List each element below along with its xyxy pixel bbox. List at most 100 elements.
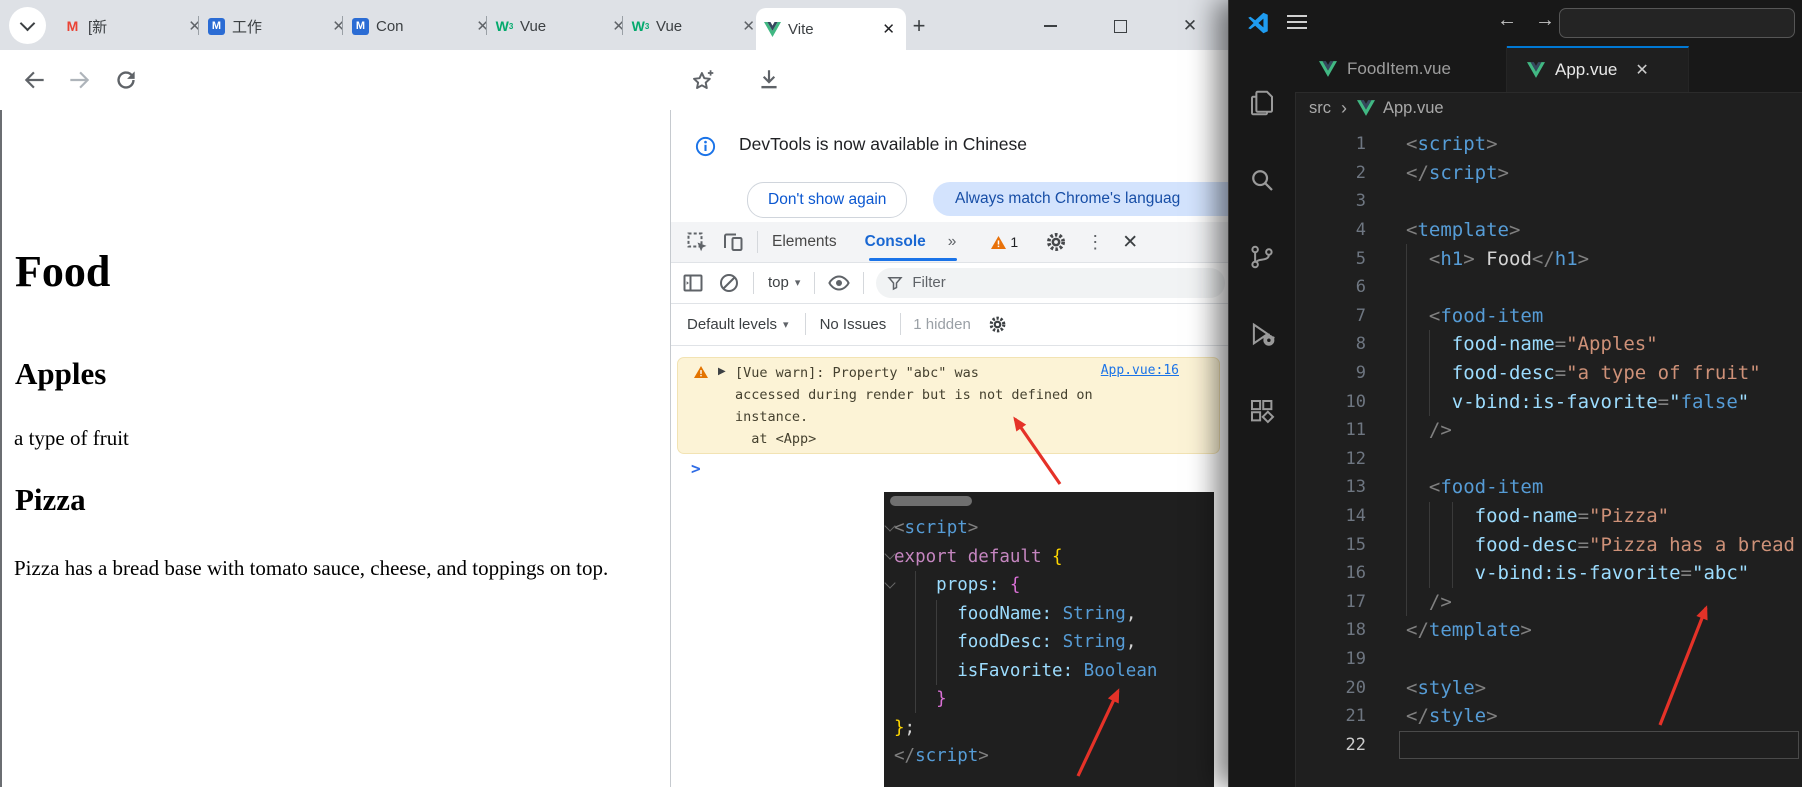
code-line[interactable]: 10 v-bind:is-favorite="false" — [1295, 387, 1802, 416]
scrollbar-thumb — [890, 496, 972, 506]
download-icon[interactable] — [756, 67, 782, 93]
console-sidebar-icon[interactable] — [681, 271, 705, 295]
browser-tab-vue1[interactable]: W3 Vue ✕ — [488, 9, 636, 43]
nav-back-icon[interactable]: ← — [1497, 9, 1517, 32]
run-debug-icon[interactable] — [1247, 319, 1277, 349]
source-control-icon[interactable] — [1247, 242, 1277, 272]
console-prompt[interactable]: > — [691, 459, 701, 478]
explorer-icon[interactable] — [1247, 88, 1277, 118]
code-line[interactable]: 15 food-desc="Pizza has a bread — [1295, 530, 1802, 559]
line-number: 3 — [1295, 191, 1366, 211]
code-line: isFavorite: Boolean — [894, 657, 1157, 686]
activity-bar — [1229, 46, 1296, 787]
hidden-messages-label[interactable]: 1 hidden — [913, 316, 971, 333]
code-line[interactable]: 5 <h1> Food</h1> — [1295, 244, 1802, 273]
inspect-element-icon[interactable] — [685, 230, 709, 254]
code-text: v-bind:is-favorite="abc" — [1406, 562, 1749, 584]
menu-hamburger-icon[interactable] — [1287, 15, 1307, 29]
back-icon[interactable] — [22, 67, 48, 93]
code-line[interactable]: 2</script> — [1295, 159, 1802, 188]
code-line[interactable]: 7 <food-item — [1295, 302, 1802, 331]
default-levels-dropdown[interactable]: Default levels — [687, 316, 777, 333]
code-line[interactable]: 21</style> — [1295, 702, 1802, 731]
browser-tab-gmail[interactable]: M [新 ✕ — [56, 9, 212, 43]
code-line[interactable]: 19 — [1295, 645, 1802, 674]
tab-title: Vue — [656, 18, 732, 35]
reload-icon[interactable] — [113, 67, 139, 93]
nav-forward-icon[interactable]: → — [1535, 9, 1555, 32]
search-icon[interactable] — [1247, 165, 1277, 195]
console-filter-input[interactable]: Filter — [876, 268, 1225, 298]
code-line[interactable]: 4<template> — [1295, 216, 1802, 245]
forward-icon[interactable] — [66, 67, 92, 93]
code-line[interactable]: 22 — [1295, 730, 1802, 759]
source-link[interactable]: App.vue:16 — [1101, 363, 1179, 378]
expand-triangle-icon[interactable]: ▶ — [718, 366, 726, 377]
code-line[interactable]: 14 food-name="Pizza" — [1295, 502, 1802, 531]
code-line[interactable]: 18</template> — [1295, 616, 1802, 645]
console-warning-entry[interactable]: ▶ [Vue warn]: Property "abc" was accesse… — [677, 357, 1220, 454]
no-issues-label[interactable]: No Issues — [820, 316, 887, 333]
maximize-button[interactable] — [1098, 14, 1142, 38]
browser-toolbar: localhost:5174 GA 有新版 Chrome 可安裝 ⋮ — [0, 50, 1228, 110]
breadcrumb-folder[interactable]: src — [1309, 99, 1331, 118]
code-line[interactable]: 6 — [1295, 273, 1802, 302]
code-line: }; — [894, 714, 1157, 743]
line-number: 2 — [1295, 163, 1366, 183]
code-line[interactable]: 8 food-name="Apples" — [1295, 330, 1802, 359]
device-toolbar-icon[interactable] — [721, 230, 745, 254]
more-tabs-icon[interactable]: » — [948, 233, 957, 251]
minimize-button[interactable] — [1028, 14, 1072, 38]
m-site-icon: M — [352, 18, 369, 35]
code-text: <script> — [894, 518, 978, 538]
code-line[interactable]: 1<script> — [1295, 130, 1802, 159]
code-line[interactable]: 3 — [1295, 187, 1802, 216]
tab-console[interactable]: Console — [865, 233, 926, 251]
code-line[interactable]: 9 food-desc="a type of fruit" — [1295, 359, 1802, 388]
tab-close-icon[interactable]: ✕ — [1635, 60, 1648, 80]
code-editor[interactable]: 1<script>2</script> 3 4<template>5 <h1> Fo… — [1295, 124, 1802, 787]
settings-gear-icon[interactable] — [1044, 230, 1068, 254]
collections-star-icon[interactable] — [690, 67, 716, 93]
editor-tab-fooditem[interactable]: FoodItem.vue — [1295, 46, 1507, 92]
extensions-icon[interactable] — [1247, 396, 1277, 426]
command-search-box[interactable] — [1559, 8, 1795, 38]
warning-badge[interactable]: 1 — [990, 234, 1018, 250]
clear-console-icon[interactable] — [717, 271, 741, 295]
code-line[interactable]: 17 /> — [1295, 588, 1802, 617]
code-line[interactable]: 16 v-bind:is-favorite="abc" — [1295, 559, 1802, 588]
console-settings-gear-icon[interactable] — [987, 314, 1008, 335]
new-tab-button[interactable]: + — [906, 13, 932, 39]
live-expression-eye-icon[interactable] — [827, 271, 851, 295]
code-line[interactable]: 20<style> — [1295, 673, 1802, 702]
editor-tab-appvue[interactable]: App.vue ✕ — [1507, 46, 1689, 92]
maximize-icon — [1114, 20, 1127, 33]
m-site-icon: M — [208, 18, 225, 35]
tab-strip: M [新 ✕ M 工作 ✕ M Con ✕ W3 Vue ✕ — [0, 0, 1228, 50]
breadcrumb-file[interactable]: App.vue — [1383, 99, 1444, 118]
code-line[interactable]: 11 /> — [1295, 416, 1802, 445]
browser-tab-vite-active[interactable]: Vite ✕ — [756, 8, 906, 50]
browser-tab-con[interactable]: M Con ✕ — [344, 9, 500, 43]
devtools-close-icon[interactable]: ✕ — [1122, 231, 1138, 254]
code-line[interactable]: 12 — [1295, 445, 1802, 474]
line-number: 11 — [1295, 420, 1366, 440]
tab-search-button[interactable] — [9, 7, 46, 44]
devtools-menu-icon[interactable]: ⋮ — [1086, 232, 1104, 253]
close-button[interactable]: ✕ — [1168, 14, 1212, 38]
code-text: foodDesc: String, — [894, 632, 1136, 652]
code-text: <template> — [1406, 219, 1520, 241]
browser-tab-work[interactable]: M 工作 ✕ — [200, 9, 356, 43]
code-line[interactable]: 13 <food-item — [1295, 473, 1802, 502]
browser-tab-vue2[interactable]: W3 Vue ✕ — [624, 9, 766, 43]
vscode-title-bar: ← → — [1229, 0, 1802, 47]
code-text: <food-item — [1406, 476, 1543, 498]
context-selector[interactable]: top — [768, 274, 789, 291]
tab-separator — [198, 16, 199, 35]
warning-triangle-icon — [990, 235, 1007, 250]
dont-show-again-button[interactable]: Don't show again — [747, 182, 907, 218]
tab-close-icon[interactable]: ✕ — [879, 20, 898, 38]
snippet-code: <script>export default { props: { foodNa… — [894, 514, 1157, 771]
tab-title: 工作 — [232, 16, 322, 37]
tab-elements[interactable]: Elements — [772, 233, 837, 251]
